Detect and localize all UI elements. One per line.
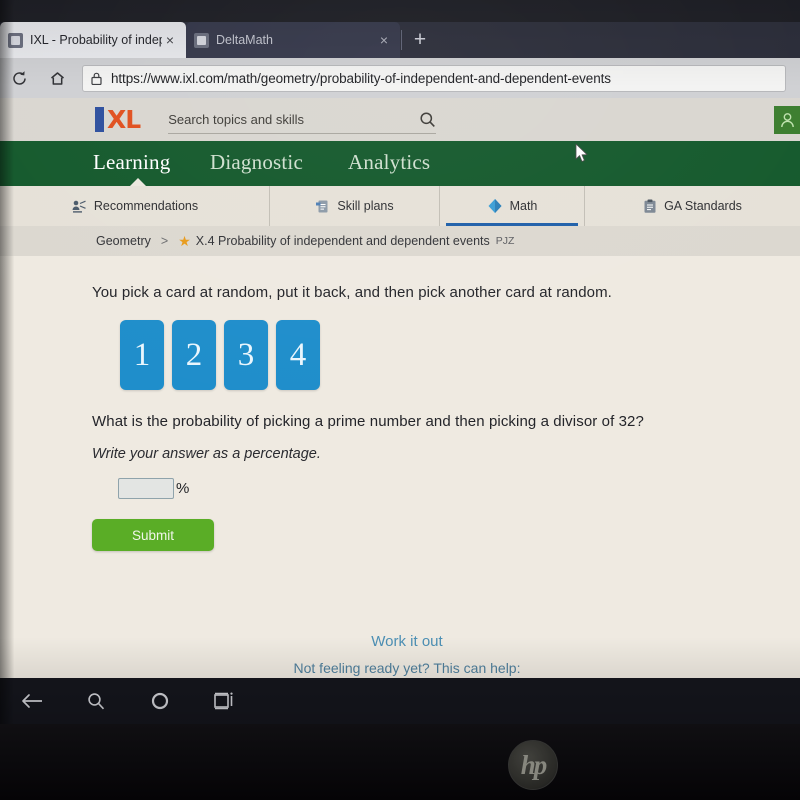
subnav-item-skill-plans[interactable]: Skill plans [270, 186, 440, 226]
percent-suffix: % [176, 480, 190, 497]
home-icon[interactable] [38, 58, 76, 98]
tab-divider [401, 30, 402, 50]
question-content: You pick a card at random, put it back, … [14, 256, 800, 678]
nav-item-diagnostic[interactable]: Diagnostic [210, 150, 303, 175]
nav-item-learning[interactable]: Learning [93, 150, 170, 175]
number-card: 4 [276, 320, 320, 390]
card-row: 1 2 3 4 [120, 320, 320, 390]
subnav-item-recommendations[interactable]: Recommendations [0, 186, 270, 226]
ixl-header: XL Search topics and skills [0, 98, 800, 141]
breadcrumb-separator: > [160, 234, 169, 248]
close-icon[interactable]: × [162, 32, 178, 48]
question-instruction: Write your answer as a percentage. [92, 446, 321, 462]
search-input[interactable]: Search topics and skills [168, 106, 437, 134]
answer-row: % [118, 478, 189, 499]
answer-input[interactable] [118, 478, 174, 499]
math-diamond-icon [487, 198, 503, 214]
url-text: https://www.ixl.com/math/geometry/probab… [111, 70, 611, 86]
breadcrumb-skill: X.4 Probability of independent and depen… [195, 234, 490, 248]
close-icon[interactable]: × [376, 32, 392, 48]
secondary-nav: Recommendations Skill plans Math GA Stan… [0, 186, 800, 226]
breadcrumb-subject[interactable]: Geometry [96, 234, 151, 248]
logo-text: XL [107, 105, 141, 134]
search-placeholder: Search topics and skills [168, 111, 305, 127]
subnav-label: Recommendations [93, 199, 199, 213]
number-card: 2 [172, 320, 216, 390]
url-bar[interactable]: https://www.ixl.com/math/geometry/probab… [82, 64, 786, 92]
skill-plans-icon [315, 199, 330, 214]
work-it-out-link[interactable]: Work it out [14, 633, 800, 650]
back-arrow-icon[interactable] [0, 678, 64, 724]
browser-tab-title: DeltaMath [216, 33, 273, 47]
user-avatar-icon[interactable] [774, 106, 800, 134]
search-icon[interactable] [64, 678, 128, 724]
system-nav-bar [0, 678, 800, 724]
cortana-circle-icon[interactable] [128, 678, 192, 724]
recommendations-icon [71, 199, 87, 214]
browser-tab-title: IXL - Probability of independent [30, 33, 162, 47]
subnav-label: Skill plans [337, 199, 394, 213]
question-intro: You pick a card at random, put it back, … [92, 284, 612, 301]
subnav-label: Math [509, 199, 538, 213]
subnav-label: GA Standards [664, 199, 742, 213]
lock-icon [91, 72, 102, 85]
ixl-page: XL Search topics and skills Learning Dia… [0, 98, 800, 678]
submit-button[interactable]: Submit [92, 519, 214, 551]
not-ready-text: Not feeling ready yet? This can help: [293, 660, 521, 676]
ixl-favicon [8, 32, 23, 48]
browser-toolbar: https://www.ixl.com/math/geometry/probab… [0, 58, 800, 98]
laptop-screen: IXL - Probability of independent × Delta… [0, 0, 800, 724]
logo-bar-icon [95, 107, 104, 132]
subnav-item-ga-standards[interactable]: GA Standards [585, 186, 800, 226]
task-view-icon[interactable] [192, 678, 256, 724]
new-tab-button[interactable]: + [406, 26, 434, 54]
laptop-photo: IXL - Probability of independent × Delta… [0, 0, 800, 800]
browser-tab-strip: IXL - Probability of independent × Delta… [0, 22, 800, 58]
ixl-logo[interactable]: XL [95, 105, 141, 134]
primary-nav: Learning Diagnostic Analytics [0, 141, 800, 187]
star-icon[interactable]: ★ [178, 233, 191, 250]
clipboard-icon [643, 199, 657, 214]
deltamath-favicon [194, 32, 209, 48]
nav-item-analytics[interactable]: Analytics [348, 150, 430, 175]
laptop-bezel [0, 724, 800, 800]
browser-tab-deltamath[interactable]: DeltaMath × [186, 22, 400, 58]
number-card: 1 [120, 320, 164, 390]
number-card: 3 [224, 320, 268, 390]
skill-code: PJZ [495, 235, 515, 247]
hp-logo: hp [508, 740, 558, 790]
browser-tab-ixl[interactable]: IXL - Probability of independent × [0, 22, 186, 58]
subnav-item-math[interactable]: Math [440, 186, 585, 226]
question-prompt: What is the probability of picking a pri… [92, 413, 644, 430]
reload-icon[interactable] [0, 58, 38, 98]
breadcrumb: Geometry > ★ X.4 Probability of independ… [0, 226, 800, 256]
search-icon[interactable] [419, 111, 436, 128]
